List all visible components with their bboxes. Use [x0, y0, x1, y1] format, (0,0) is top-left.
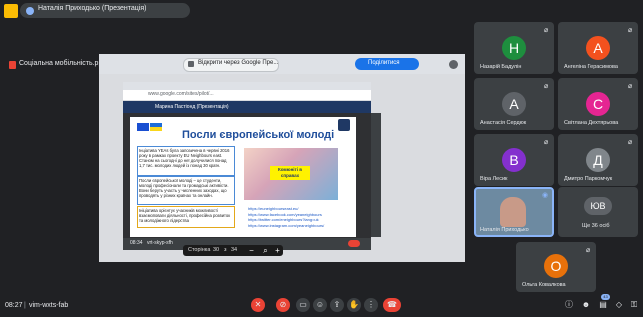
presentation-file-name: Соціальна мобільність.pptx — [19, 60, 108, 67]
ppt-time: 08:34 — [130, 240, 143, 246]
avatar: О — [544, 254, 568, 278]
avatar: С — [586, 92, 610, 116]
host-controls-icon[interactable]: ⚿ — [629, 300, 639, 310]
separator: | — [24, 302, 26, 309]
avatar-stack: ЮВ — [584, 197, 612, 215]
chat-icon[interactable]: ▤ — [598, 300, 608, 310]
participant-name: Дмитро Паркомчук — [564, 176, 613, 182]
participant-name: Ще 36 осіб — [582, 223, 610, 229]
search-icon[interactable]: ⌕ — [261, 246, 270, 255]
ukraine-flag-icon — [150, 123, 162, 131]
avatar: В — [502, 148, 526, 172]
participant-tile[interactable]: С Світлана Дехтярьова ⌀ — [558, 78, 638, 130]
participant-name: Віра Лесик — [480, 176, 508, 182]
leave-call-icon[interactable]: ☎ — [383, 298, 401, 312]
slide-title: Посли європейської молоді — [182, 129, 335, 141]
present-icon[interactable]: ⇪ — [330, 298, 344, 312]
participant-name: Наталія Приходько — [480, 227, 529, 233]
presenter-avatar-small — [449, 60, 458, 69]
slide-link[interactable]: https://www.instagram.com/yeaneighbours/ — [248, 223, 356, 229]
participant-name: Ольга Ковалкова — [522, 282, 566, 288]
participant-name: Світлана Дехтярьова — [564, 120, 619, 126]
participant-tile[interactable]: А Анастасія Сердюк ⌀ — [474, 78, 554, 130]
slide-links: https://euneighbourseast.eu/ https://www… — [248, 206, 356, 228]
participant-tile-video[interactable]: Наталія Приходько ◉ — [474, 187, 554, 237]
participant-tile[interactable]: В Віра Лесик ⌀ — [474, 134, 554, 186]
info-icon[interactable]: ⓘ — [564, 300, 574, 310]
participant-tile[interactable]: О Ольга Ковалкова ⌀ — [516, 242, 596, 292]
presenter-dot-icon — [26, 7, 34, 15]
mic-off-icon: ⌀ — [544, 83, 549, 90]
meeting-code: vim-wxts-fab — [29, 302, 69, 309]
more-icon[interactable]: ⋮ — [364, 298, 378, 312]
mic-off-icon: ⌀ — [628, 83, 633, 90]
eu-logo-icon — [338, 119, 350, 131]
share-button-label: Поділитися — [368, 60, 400, 66]
participant-name: Ангеліна Герасимова — [564, 64, 618, 70]
slides-icon — [188, 61, 194, 67]
participant-name: Анастасія Сердюк — [480, 120, 527, 126]
participant-video — [500, 197, 526, 227]
ppt-side-strip — [371, 113, 381, 237]
ppt-meeting-code: vrt-skyp-sfh — [147, 240, 173, 246]
avatar: А — [586, 36, 610, 60]
page-label: Сторінка — [188, 247, 211, 253]
page-of-label: з — [224, 247, 227, 253]
page-number-input[interactable]: 30 — [213, 247, 219, 253]
participant-tile[interactable]: Н Назарій Бадулін ⌀ — [474, 22, 554, 74]
participant-tile[interactable]: Д Дмитро Паркомчук ⌀ — [558, 134, 638, 186]
mic-off-icon: ⌀ — [628, 139, 633, 146]
mic-off-icon[interactable]: ✕ — [251, 298, 265, 312]
presenter-title: Наталія Приходько (Презентація) — [38, 5, 147, 12]
open-with-slides-label: Відкрити через Google Пре... — [198, 60, 279, 66]
people-icon[interactable]: ☻ — [581, 300, 591, 310]
zoom-out-icon[interactable]: − — [247, 246, 256, 255]
browser-url: www.google.com/sites/pilot/... — [148, 91, 214, 97]
avatar: А — [502, 92, 526, 116]
pptx-file-icon — [9, 61, 16, 69]
captions-icon[interactable]: ▭ — [296, 298, 310, 312]
mic-off-icon: ⌀ — [628, 27, 633, 34]
participant-name: Назарій Бадулін — [480, 64, 522, 70]
emoji-icon[interactable]: ☺ — [313, 298, 327, 312]
ppt-leave-call-icon — [348, 240, 360, 247]
slide-textbox-2-text: Посли європейської молоді – це студенти,… — [139, 178, 229, 198]
mic-off-icon: ⌀ — [544, 27, 549, 34]
meeting-time: 08:27 — [5, 302, 23, 309]
more-participants-tile[interactable]: ЮВ Ще 36 осіб — [558, 187, 638, 237]
browser-tabs — [123, 82, 371, 90]
slide-photo-badge-text: Комюніті в справах — [277, 167, 303, 178]
avatar: Н — [502, 36, 526, 60]
presentation-icon — [4, 4, 18, 18]
eu-flag-icon — [137, 123, 149, 131]
zoom-in-icon[interactable]: + — [273, 246, 282, 255]
slide-textbox-3-text: Ініціатива орієнтує учасників можливості… — [139, 208, 231, 223]
page-total: 34 — [231, 247, 238, 253]
speaking-icon: ◉ — [542, 192, 549, 199]
raise-hand-icon[interactable]: ✋ — [347, 298, 361, 312]
activities-icon[interactable]: ◇ — [614, 300, 624, 310]
camera-off-icon[interactable]: ⊘ — [276, 298, 290, 312]
avatar: Д — [586, 148, 610, 172]
slide-textbox-1-text: Інціатива YEAs була запозичена в червні … — [139, 148, 230, 168]
mic-off-icon: ⌀ — [586, 247, 591, 254]
ppt-header-title: Марина Пастіонд (Презентація) — [155, 104, 229, 110]
mic-off-icon: ⌀ — [544, 139, 549, 146]
participant-tile[interactable]: А Ангеліна Герасимова ⌀ — [558, 22, 638, 74]
